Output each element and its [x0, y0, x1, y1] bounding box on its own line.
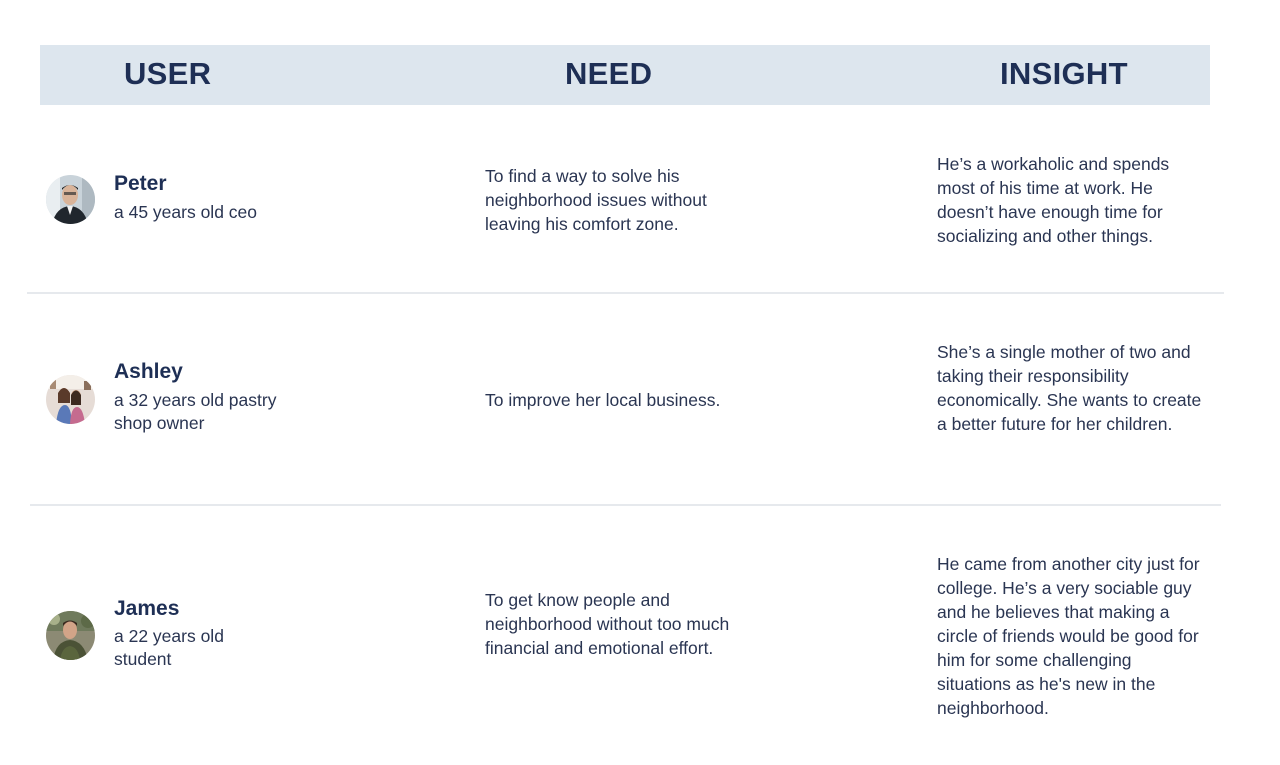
- table-header: USER NEED INSIGHT: [40, 45, 1210, 105]
- user-name: Peter: [114, 172, 167, 195]
- user-description: a 32 years old pastry shop owner: [114, 390, 277, 433]
- insight-text: He’s a workaholic and spends most of his…: [937, 154, 1170, 246]
- row-divider: [27, 292, 1224, 294]
- header-insight: INSIGHT: [1000, 56, 1128, 91]
- user-name: James: [114, 597, 180, 620]
- user-description: a 45 years old ceo: [114, 202, 258, 222]
- peter-avatar: [46, 175, 95, 224]
- header-need: NEED: [565, 56, 653, 91]
- need-text: To improve her local business.: [485, 390, 721, 410]
- insight-text: She’s a single mother of two and taking …: [937, 342, 1202, 434]
- insight-text: He came from another city just for colle…: [937, 554, 1200, 718]
- need-text: To get know people and neighborhood with…: [485, 590, 730, 658]
- header-user: USER: [124, 56, 212, 91]
- row-divider: [30, 504, 1221, 506]
- user-name: Ashley: [114, 360, 183, 383]
- james-avatar: [46, 611, 95, 660]
- need-text: To find a way to solve his neighborhood …: [485, 166, 707, 234]
- user-description: a 22 years old student: [114, 626, 224, 669]
- ashley-avatar: [46, 375, 95, 424]
